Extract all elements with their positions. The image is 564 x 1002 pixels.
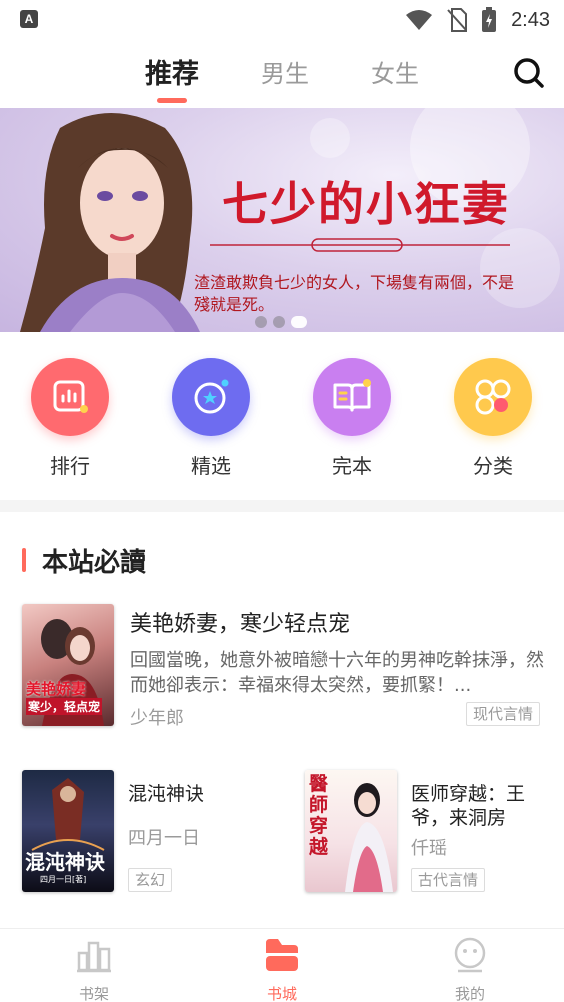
tab-male[interactable]: 男生 [261,54,309,89]
banner-subtitle: 渣渣敢欺負七少的女人，下場隻有兩個，不是殘就是死。 [194,273,515,314]
status-bar: A 2:43 [0,0,564,40]
no-sim-icon [447,8,468,32]
nav-bookshelf[interactable]: 书架 [54,937,134,1002]
book-author: 四月一日 [128,828,200,849]
category-shortcuts: 排行 精选 完本 分类 [0,332,564,500]
open-book-icon [313,358,391,436]
cover-title-text: 美艳娇妻 [26,680,87,698]
battery-charging-icon [482,7,497,32]
featured-book-card[interactable]: 美艳娇妻 寒少，轻点宠 美艳娇妻，寒少轻点宠 回國當晚，她意外被暗戀十六年的男神… [22,604,544,729]
cover-title-text: 混沌神诀 [25,850,105,874]
nav-profile[interactable]: 我的 [430,937,510,1002]
promo-banner[interactable]: 七少的小狂妻 渣渣敢欺負七少的女人，下場隻有兩個，不是殘就是死。 [0,108,564,332]
book-description: 回國當晚，她意外被暗戀十六年的男神吃幹抹淨，然而她卻表示：幸福來得太突然，要抓緊… [130,650,544,696]
category-completed[interactable]: 完本 [302,358,402,479]
book-author: 少年郎 [130,708,184,729]
section-accent-bar [22,548,26,572]
nav-bookstore[interactable]: 书城 [242,937,322,1002]
tab-recommend[interactable]: 推荐 [145,52,199,91]
section-title: 本站必讀 [42,547,147,578]
search-icon[interactable] [512,56,546,90]
category-genres[interactable]: 分类 [443,358,543,479]
category-ranking[interactable]: 排行 [20,358,120,479]
nav-label: 书架 [78,985,109,1002]
book-card[interactable]: 混沌神诀 四月一日[著] 混沌神诀 四月一日 玄幻 [22,770,272,894]
tab-female[interactable]: 女生 [371,54,419,89]
active-tab-indicator [157,98,187,103]
book-cover: 醫師穿越 [305,770,397,892]
wifi-icon [406,10,433,30]
star-orbit-icon [172,358,250,436]
book-author: 仟瑶 [411,838,447,859]
book-cover: 混沌神诀 四月一日[著] [22,770,114,892]
category-label: 分类 [473,454,513,478]
genre-tag: 现代言情 [466,702,541,726]
book-title[interactable]: 美艳娇妻，寒少轻点宠 [130,606,350,638]
genre-tag: 古代言情 [411,868,486,892]
cover-author-text: 四月一日[著] [40,875,87,884]
pagination-dot[interactable] [255,316,267,328]
book-card[interactable]: 醫師穿越 医师穿越：王爷，来洞房 仟瑶 古代言情 [305,770,555,894]
nav-label: 书城 [266,985,297,1002]
bookshelf-icon [77,941,111,973]
profile-icon [454,937,486,973]
bookstore-icon [266,939,298,971]
nav-label: 我的 [454,985,485,1002]
cover-subtitle-text: 寒少，轻点宠 [26,698,103,715]
section-header: 本站必讀 [22,542,146,578]
banner-title: 七少的小狂妻 [222,177,510,231]
cover-title-text: 醫師穿越 [309,773,329,858]
book-cover: 美艳娇妻 寒少，轻点宠 [22,604,114,726]
pagination-dot[interactable] [273,316,285,328]
top-tab-bar: 推荐 男生 女生 [0,40,564,108]
pagination-dot-active[interactable] [291,316,307,328]
category-featured[interactable]: 精选 [161,358,261,479]
bottom-navigation: 书架 书城 我的 [0,928,564,1002]
category-grid-icon [454,358,532,436]
book-title[interactable]: 医师穿越：王爷，来洞房 [411,782,537,830]
app-notification-icon: A [20,10,38,28]
status-icons: 2:43 [405,6,550,34]
category-label: 排行 [50,454,90,478]
category-label: 完本 [332,454,372,478]
genre-tag: 玄幻 [128,868,173,892]
section-divider [0,500,564,512]
book-title[interactable]: 混沌神诀 [128,782,254,806]
chart-icon [31,358,109,436]
clock: 2:43 [511,8,550,31]
banner-pagination [255,316,307,328]
category-label: 精选 [191,454,231,478]
